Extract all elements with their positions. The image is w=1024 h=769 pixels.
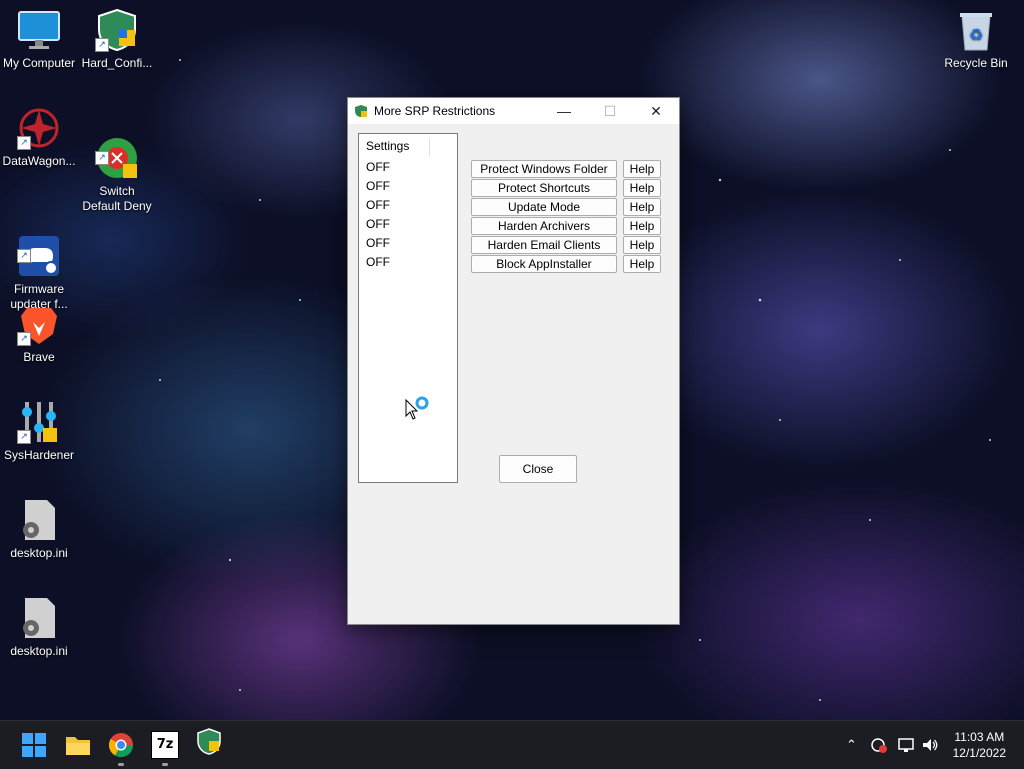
help-button[interactable]: Help xyxy=(623,179,661,197)
network-icon xyxy=(898,738,914,752)
gamepad-gear-icon: ↗ xyxy=(17,219,61,276)
sync-alert-icon xyxy=(871,738,887,753)
list-item[interactable]: OFF xyxy=(359,253,457,272)
desktop-icon-desktop-ini-2[interactable]: desktop.ini xyxy=(0,596,78,659)
shortcut-arrow-icon: ↗ xyxy=(17,430,31,444)
desktop-icon-label: Recycle Bin xyxy=(944,56,1008,70)
desktop-icon-label: desktop.ini xyxy=(10,546,68,560)
desktop-icon-label: SysHardener xyxy=(3,448,75,462)
file-explorer-button[interactable] xyxy=(64,731,92,759)
folder-icon xyxy=(66,737,90,755)
desktop-icon-switch-default-deny[interactable]: ↗ Switch Default Deny xyxy=(78,106,156,229)
running-indicator xyxy=(162,763,168,766)
shortcut-arrow-icon: ↗ xyxy=(95,151,109,165)
srp-restrictions-window: More SRP Restrictions — ☐ ✕ Settings OFF… xyxy=(347,97,680,625)
desktop-icon-label: Switch Default Deny xyxy=(82,184,152,213)
close-window-button[interactable]: ✕ xyxy=(633,98,679,124)
close-button[interactable]: Close xyxy=(499,455,577,483)
clock-date: 12/1/2022 xyxy=(952,746,1006,760)
shortcut-arrow-icon: ↗ xyxy=(17,249,31,263)
window-title: More SRP Restrictions xyxy=(374,104,496,118)
tray-volume-icon[interactable] xyxy=(921,721,939,769)
datawagon-icon: ↗ xyxy=(17,106,61,150)
protect-shortcuts-button[interactable]: Protect Shortcuts xyxy=(471,179,617,197)
desktop-icon-syshardener[interactable]: ↗ SysHardener xyxy=(0,400,78,463)
svg-text:♻: ♻ xyxy=(969,25,983,44)
list-item[interactable]: OFF xyxy=(359,215,457,234)
maximize-button: ☐ xyxy=(603,102,617,119)
desktop-icon-my-computer[interactable]: My Computer xyxy=(0,8,78,71)
help-button[interactable]: Help xyxy=(623,160,661,178)
switch-deny-icon: ↗ xyxy=(95,121,139,178)
list-item[interactable]: OFF xyxy=(359,158,457,177)
update-mode-button[interactable]: Update Mode xyxy=(471,198,617,216)
chevron-up-icon: ⌃ xyxy=(846,737,857,752)
minimize-button[interactable]: — xyxy=(541,98,587,124)
settings-file-icon xyxy=(17,596,61,640)
shield-icon: ↗ xyxy=(95,8,139,52)
shortcut-arrow-icon: ↗ xyxy=(95,38,109,52)
settings-list[interactable]: Settings OFF OFF OFF OFF OFF OFF xyxy=(358,133,458,483)
chrome-button[interactable] xyxy=(107,731,135,766)
settings-file-icon xyxy=(17,498,61,542)
desktop-icon-label: Hard_Confi... xyxy=(81,56,153,70)
desktop-icon-label: Brave xyxy=(23,350,55,364)
windows-logo-icon xyxy=(22,733,46,757)
speaker-icon xyxy=(923,739,938,751)
desktop-icon-datawagon[interactable]: ↗ DataWagon... xyxy=(0,106,78,169)
list-item[interactable]: OFF xyxy=(359,177,457,196)
tray-overflow-button[interactable]: ⌃ xyxy=(846,721,857,769)
help-button[interactable]: Help xyxy=(623,217,661,235)
block-appinstaller-button[interactable]: Block AppInstaller xyxy=(471,255,617,273)
tray-network-icon[interactable] xyxy=(897,721,915,769)
list-column-header[interactable]: Settings xyxy=(359,134,457,158)
help-button[interactable]: Help xyxy=(623,255,661,273)
shortcut-arrow-icon: ↗ xyxy=(17,136,31,150)
shield-icon xyxy=(197,728,221,755)
desktop-icon-desktop-ini-1[interactable]: desktop.ini xyxy=(0,498,78,561)
recycle-bin-icon: ♻ xyxy=(954,8,998,52)
running-indicator xyxy=(118,763,124,766)
desktop-icon-label: desktop.ini xyxy=(10,644,68,658)
column-separator[interactable] xyxy=(429,138,430,156)
brave-lion-icon: ↗ xyxy=(17,302,61,346)
sliders-shield-icon: ↗ xyxy=(17,400,61,444)
desktop-icon-label: My Computer xyxy=(2,56,76,70)
busy-cursor-icon xyxy=(404,396,434,431)
hard-configurator-taskbar-button[interactable] xyxy=(195,727,223,755)
monitor-icon xyxy=(17,8,61,52)
desktop-icon-recycle-bin[interactable]: ♻ Recycle Bin xyxy=(936,8,1016,71)
column-header-label: Settings xyxy=(366,139,410,153)
chrome-icon xyxy=(108,733,133,758)
desktop-icon-brave[interactable]: ↗ Brave xyxy=(0,302,78,365)
help-button[interactable]: Help xyxy=(623,198,661,216)
title-bar[interactable]: More SRP Restrictions — ☐ ✕ xyxy=(348,98,679,124)
protect-windows-folder-button[interactable]: Protect Windows Folder xyxy=(471,160,617,178)
taskbar: 7z ⌃ 11:03 AM 12/1/2022 xyxy=(0,720,1024,769)
harden-email-clients-button[interactable]: Harden Email Clients xyxy=(471,236,617,254)
desktop-icon-label: DataWagon... xyxy=(2,154,76,168)
tray-update-icon[interactable] xyxy=(870,721,888,769)
start-button[interactable] xyxy=(20,731,48,759)
list-item[interactable]: OFF xyxy=(359,234,457,253)
7zip-button[interactable]: 7z xyxy=(151,731,179,766)
shortcut-arrow-icon: ↗ xyxy=(17,332,31,346)
harden-archivers-button[interactable]: Harden Archivers xyxy=(471,217,617,235)
list-item[interactable]: OFF xyxy=(359,196,457,215)
system-clock[interactable]: 11:03 AM 12/1/2022 xyxy=(953,729,1006,761)
shield-icon xyxy=(354,104,368,118)
7zip-label: 7z xyxy=(151,731,179,759)
help-button[interactable]: Help xyxy=(623,236,661,254)
clock-time: 11:03 AM xyxy=(954,730,1005,744)
desktop-icon-hard-config[interactable]: ↗ Hard_Confi... xyxy=(78,8,156,71)
